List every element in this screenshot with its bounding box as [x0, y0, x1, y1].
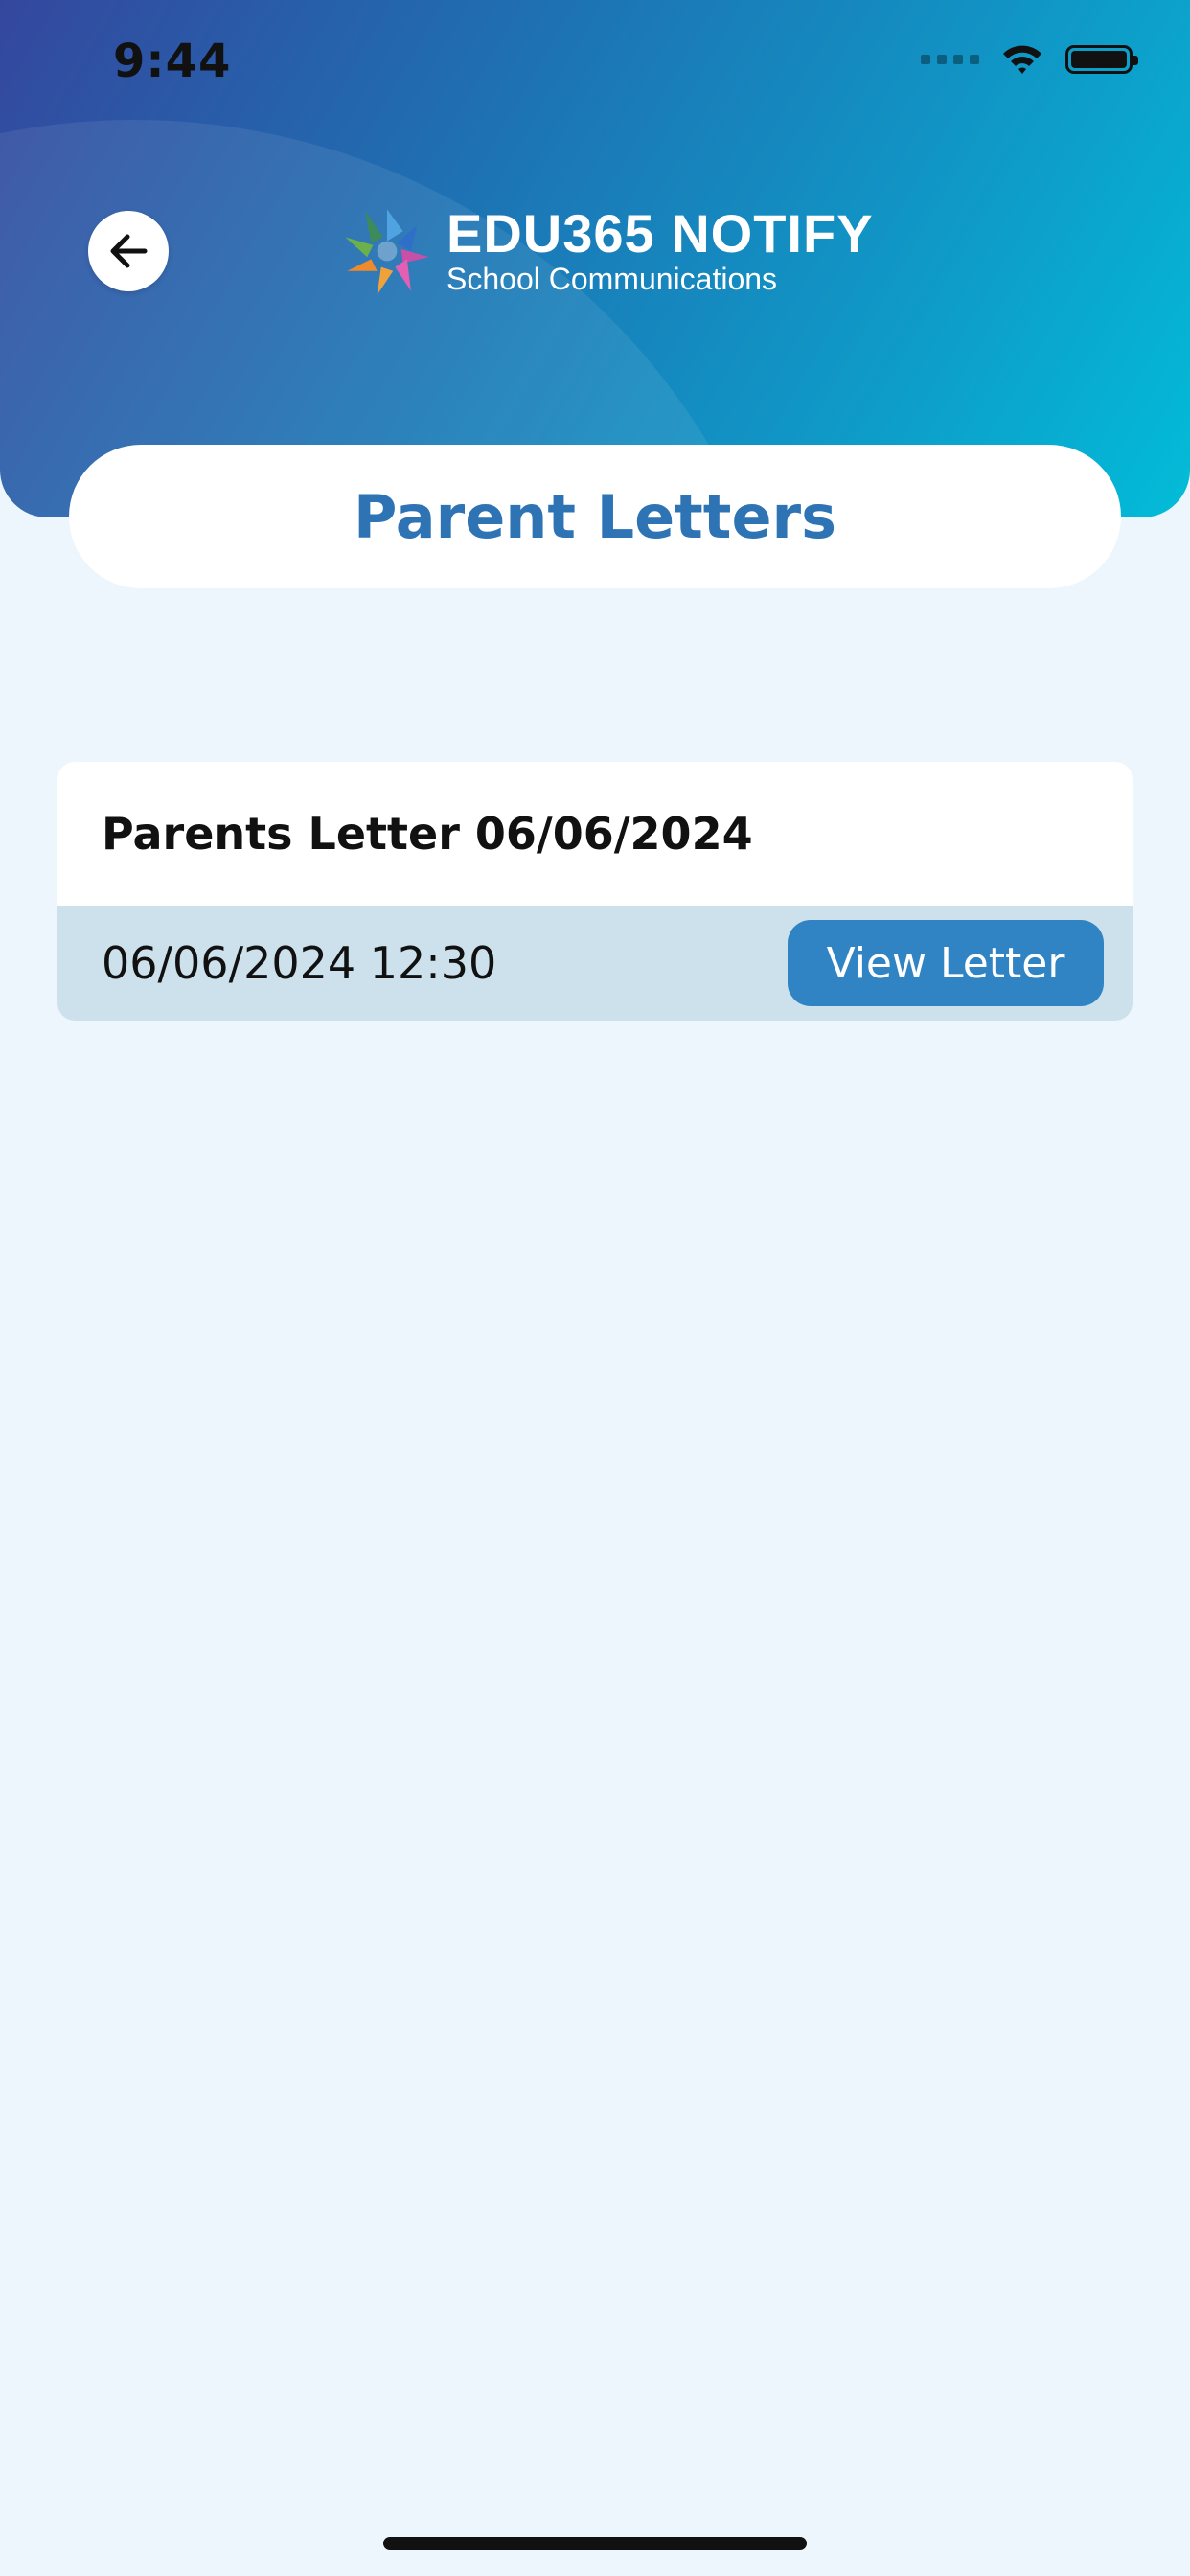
signal-dots-icon	[921, 55, 979, 64]
view-letter-button[interactable]: View Letter	[788, 920, 1104, 1006]
logo-title: EDU365 NOTIFY	[446, 203, 874, 264]
page-title: Parent Letters	[354, 481, 836, 552]
letter-card: Parents Letter 06/06/2024 06/06/2024 12:…	[57, 762, 1133, 1021]
logo-text: EDU365 NOTIFY School Communications	[446, 203, 874, 297]
battery-icon	[1065, 45, 1138, 74]
wifi-icon	[1003, 45, 1041, 74]
home-indicator[interactable]	[383, 2537, 807, 2550]
status-icons	[921, 42, 1138, 77]
back-button[interactable]	[88, 211, 169, 291]
letter-datetime: 06/06/2024 12:30	[102, 937, 497, 989]
arrow-left-icon	[110, 234, 148, 268]
logo-subtitle: School Communications	[446, 262, 778, 296]
letter-title: Parents Letter 06/06/2024	[102, 808, 753, 860]
letter-card-header: Parents Letter 06/06/2024	[57, 762, 1133, 906]
logo-mark-icon	[345, 209, 429, 295]
page-title-card: Parent Letters	[69, 445, 1121, 588]
status-time: 9:44	[113, 34, 232, 88]
app-logo: EDU365 NOTIFY School Communications	[337, 201, 874, 301]
letter-card-footer: 06/06/2024 12:30 View Letter	[57, 906, 1133, 1021]
